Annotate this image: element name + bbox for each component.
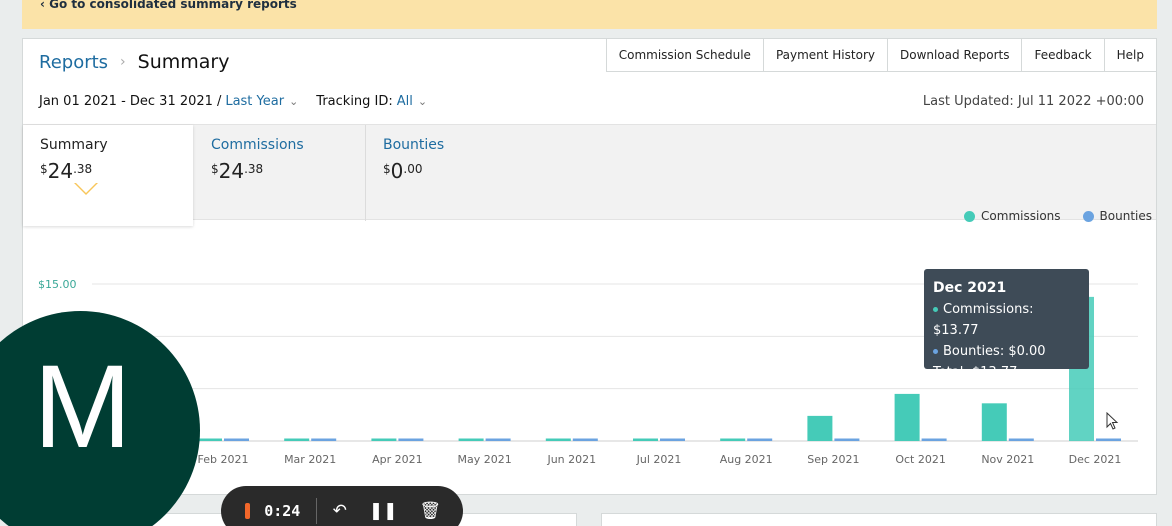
bottom-panel-right	[601, 513, 1157, 526]
tooltip-total: Total: $13.77	[933, 365, 1018, 380]
x-tick-label: May 2021	[457, 453, 511, 466]
bar-bounties	[311, 438, 337, 441]
bar-commissions	[284, 438, 310, 441]
tooltip-commissions: Commissions: $13.77	[933, 299, 1080, 341]
bar-bounties	[398, 438, 424, 441]
tooltip-commissions-text: Commissions: $13.77	[933, 302, 1034, 338]
x-tick-label: Feb 2021	[198, 453, 249, 466]
avatar-letter: M	[33, 340, 132, 473]
x-tick-label: Jun 2021	[546, 453, 596, 466]
x-tick-label: Mar 2021	[284, 453, 336, 466]
trash-icon[interactable]: 🗑	[419, 501, 441, 521]
screen-recorder-bar: 0:24 ↶ ❚❚ 🗑	[221, 486, 463, 526]
stop-recording-button[interactable]	[245, 503, 251, 519]
bar-bounties	[485, 438, 511, 441]
bar-commissions	[197, 438, 222, 441]
x-tick-label: Jul 2021	[636, 453, 682, 466]
chart-tooltip: Dec 2021 Commissions: $13.77 Bounties: $…	[924, 269, 1089, 380]
bar-commissions	[720, 438, 746, 441]
x-tick-label: Nov 2021	[981, 453, 1034, 466]
tooltip-bounties-text: Bounties: $0.00	[943, 344, 1046, 359]
pause-icon[interactable]: ❚❚	[369, 501, 398, 521]
undo-icon[interactable]: ↶	[333, 501, 347, 521]
series-dot-icon	[933, 307, 938, 312]
x-tick-label: Apr 2021	[372, 453, 423, 466]
bar-commissions	[894, 393, 920, 441]
bar-bounties	[747, 438, 773, 441]
x-tick-label: Aug 2021	[720, 453, 773, 466]
bar-commissions	[545, 438, 571, 441]
bar-commissions	[371, 438, 397, 441]
bar-bounties	[660, 438, 685, 441]
bar-bounties	[224, 438, 249, 441]
bar-commissions	[458, 438, 484, 441]
bar-commissions	[807, 415, 833, 441]
tooltip-title: Dec 2021	[933, 280, 1007, 296]
recording-timer: 0:24	[264, 502, 301, 520]
mouse-cursor-icon	[1106, 412, 1119, 430]
bar-commissions	[981, 403, 1007, 441]
bar-bounties	[1008, 438, 1034, 441]
x-tick-label: Dec 2021	[1069, 453, 1122, 466]
bar-bounties	[921, 438, 947, 441]
bar-bounties	[572, 438, 598, 441]
bar-bounties	[1096, 438, 1121, 441]
y-tick-label: $15.00	[38, 278, 77, 291]
x-tick-label: Oct 2021	[895, 453, 946, 466]
bar-commissions	[633, 438, 658, 441]
x-tick-label: Sep 2021	[807, 453, 859, 466]
series-dot-icon	[933, 349, 938, 354]
tooltip-bounties: Bounties: $0.00	[933, 341, 1080, 362]
bar-bounties	[834, 438, 860, 441]
